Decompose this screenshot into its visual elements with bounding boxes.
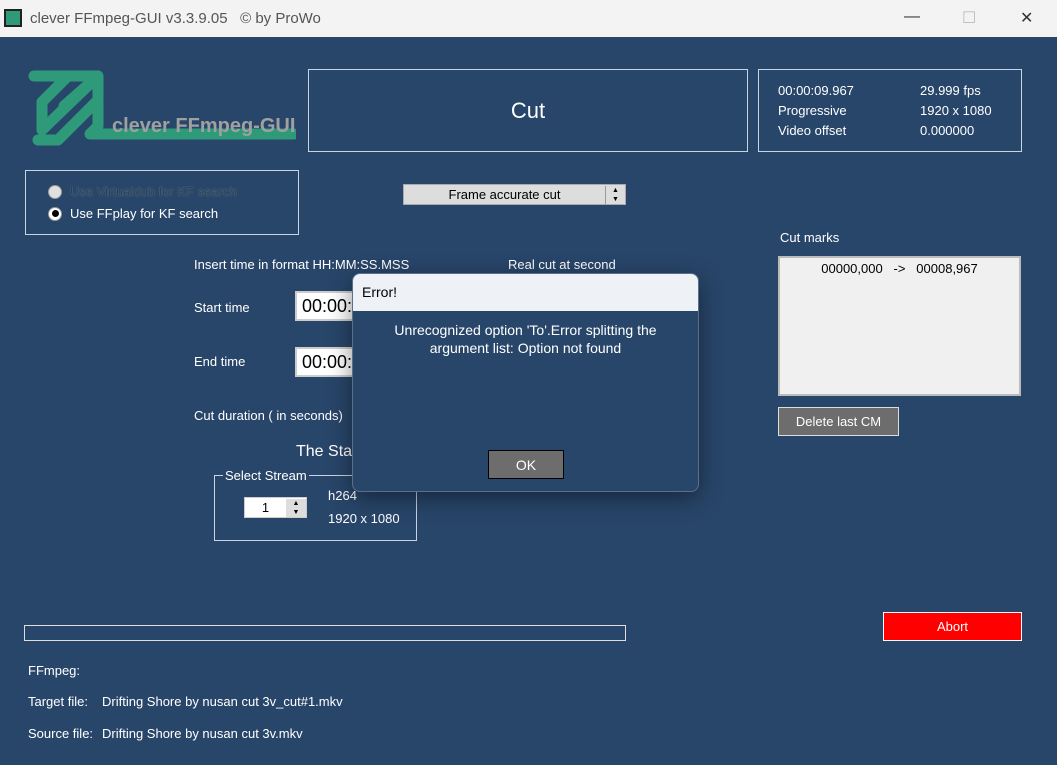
scan-value: Progressive — [778, 103, 847, 118]
error-dialog: Error! Unrecognized option 'To'.Error sp… — [352, 273, 699, 492]
cut-mode-select[interactable]: Frame accurate cut ▲ ▼ — [403, 184, 626, 205]
stream-value: 1 — [261, 500, 270, 515]
target-file-value: Drifting Shore by nusan cut 3v_cut#1.mkv — [102, 694, 343, 709]
select-stream-legend: Select Stream — [223, 468, 309, 483]
cut-marks-label: Cut marks — [780, 230, 840, 245]
radio-virtualdub[interactable]: Use Virtualdub for KF search — [48, 184, 237, 199]
radio-label: Use Virtualdub for KF search — [70, 184, 237, 199]
delete-last-cm-button[interactable]: Delete last CM — [778, 407, 899, 436]
cut-marks-list[interactable]: 00000,000 -> 00008,967 — [778, 256, 1021, 396]
start-time-label: Start time — [194, 300, 250, 315]
kf-search-group: Use Virtualdub for KF search Use FFplay … — [25, 170, 299, 235]
source-file-label: Source file: — [28, 726, 94, 741]
dialog-message: Unrecognized option 'To'.Error splitting… — [394, 322, 657, 356]
mode-title: Cut — [510, 97, 546, 123]
target-file-label: Target file: — [28, 694, 88, 709]
copyright-text: © by ProWo — [240, 10, 321, 27]
radio-label: Use FFplay for KF search — [70, 206, 219, 221]
offset-value: 0.000000 — [920, 123, 975, 138]
maximize-button[interactable]: ☐ — [962, 8, 976, 28]
stream-heading: The Sta — [296, 443, 353, 460]
window-title: clever FFmpeg-GUI v3.3.9.05 © by ProWo — [30, 10, 321, 27]
minimize-button[interactable]: — — [904, 8, 920, 26]
logo: clever FFmpeg-GUI — [28, 70, 300, 152]
source-file-value: Drifting Shore by nusan cut 3v.mkv — [102, 726, 303, 741]
offset-label: Video offset — [778, 123, 847, 138]
abort-button[interactable]: Abort — [883, 612, 1022, 641]
radio-selected-icon — [48, 206, 62, 221]
radio-icon — [48, 184, 62, 199]
ffmpeg-logo-icon — [28, 70, 300, 146]
time-format-hint: Insert time in format HH:MM:SS.MSS — [194, 257, 410, 272]
app-icon — [4, 9, 22, 27]
logo-text: clever FFmpeg-GUI — [112, 115, 296, 137]
mode-panel: Cut — [308, 69, 748, 152]
progress-bar — [24, 625, 626, 641]
stream-resolution: 1920 x 1080 — [328, 511, 400, 526]
spinner-arrows-icon[interactable]: ▲ ▼ — [605, 185, 625, 204]
cut-mark-item[interactable]: 00000,000 -> 00008,967 — [780, 258, 1019, 276]
stream-spinner[interactable]: 1 ▲ ▼ — [244, 497, 307, 518]
info-panel: 00:00:09.967 29.999 fps Progressive 1920… — [758, 69, 1022, 152]
radio-ffplay[interactable]: Use FFplay for KF search — [48, 206, 218, 221]
cut-duration-label: Cut duration ( in seconds) — [194, 408, 343, 423]
cut-mode-value: Frame accurate cut — [448, 187, 561, 202]
ffmpeg-label: FFmpeg: — [28, 663, 81, 678]
close-button[interactable]: ✕ — [1020, 8, 1033, 28]
resolution-value: 1920 x 1080 — [920, 103, 992, 118]
real-cut-label: Real cut at second — [508, 257, 616, 272]
spinner-arrows-icon[interactable]: ▲ ▼ — [286, 498, 306, 517]
stream-codec: h264 — [328, 488, 357, 503]
ok-button[interactable]: OK — [488, 450, 564, 479]
fps-value: 29.999 fps — [920, 83, 981, 98]
duration-value: 00:00:09.967 — [778, 83, 854, 98]
title-bar: clever FFmpeg-GUI v3.3.9.05 © by ProWo —… — [0, 0, 1057, 37]
dialog-title: Error! — [353, 274, 698, 311]
title-text: clever FFmpeg-GUI v3.3.9.05 — [30, 10, 228, 27]
end-time-label: End time — [194, 354, 246, 369]
